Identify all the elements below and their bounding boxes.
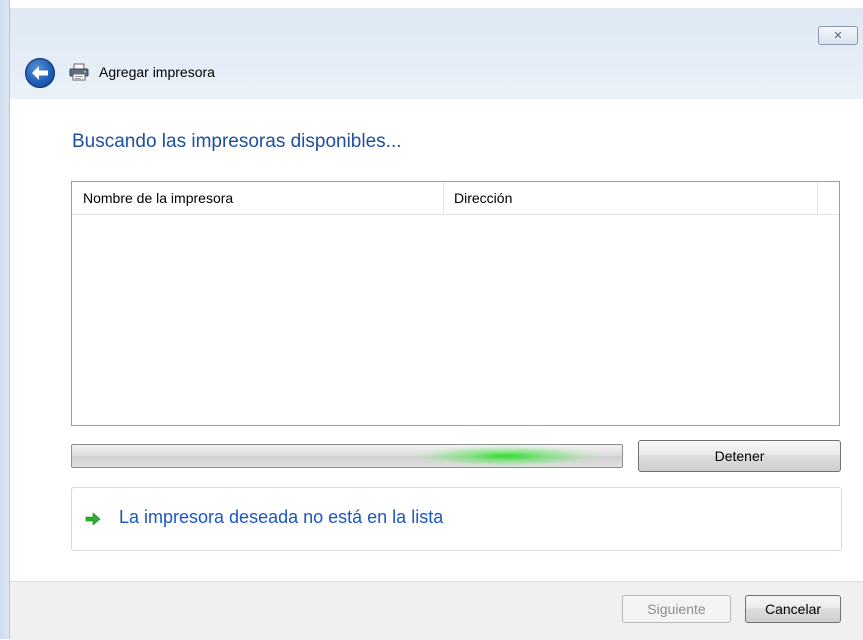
window-top-edge <box>10 0 863 8</box>
close-icon: ✕ <box>833 29 843 42</box>
column-header-address[interactable]: Dirección <box>444 182 818 214</box>
list-header: Nombre de la impresora Dirección <box>72 182 839 215</box>
progress-indicator <box>412 445 602 467</box>
search-progress-bar <box>71 444 623 468</box>
close-button[interactable]: ✕ <box>818 26 858 45</box>
add-printer-window: ✕ Agregar impresora Buscando las impreso… <box>0 0 863 640</box>
title-bar <box>10 0 863 99</box>
window-title: Agregar impresora <box>99 64 215 80</box>
next-button[interactable]: Siguiente <box>622 595 731 623</box>
dialog-footer <box>10 581 863 640</box>
back-arrow-icon <box>32 66 48 80</box>
printer-not-listed-label[interactable]: La impresora deseada no está en la lista <box>119 507 443 528</box>
printer-not-listed-link[interactable]: La impresora deseada no está en la lista <box>71 487 842 551</box>
cancel-button[interactable]: Cancelar <box>745 595 841 623</box>
page-title: Buscando las impresoras disponibles... <box>72 131 402 152</box>
stop-button[interactable]: Detener <box>638 440 841 472</box>
window-frame-left <box>0 0 10 639</box>
printer-list[interactable]: Nombre de la impresora Dirección <box>71 181 840 426</box>
printer-icon <box>69 63 89 81</box>
green-arrow-icon <box>85 512 101 526</box>
back-button[interactable] <box>25 58 55 88</box>
column-header-filler <box>818 182 839 214</box>
column-header-name[interactable]: Nombre de la impresora <box>72 182 444 214</box>
